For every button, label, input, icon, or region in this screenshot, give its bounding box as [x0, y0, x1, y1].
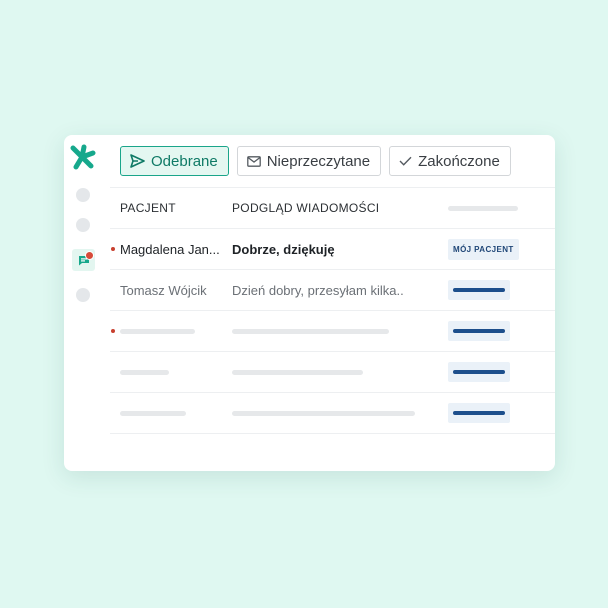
- placeholder-bar: [232, 328, 389, 334]
- message-preview: Dobrze, dziękuję: [232, 241, 335, 257]
- tab-completed-label: Zakończone: [418, 152, 500, 170]
- tab-unread-label: Nieprzeczytane: [266, 152, 371, 170]
- tag-cell: [448, 352, 548, 392]
- tag-placeholder: [448, 280, 510, 300]
- placeholder-bar: [232, 410, 415, 416]
- patient-placeholder: [120, 393, 222, 433]
- patient-placeholder: [120, 352, 222, 392]
- placeholder-bar: [120, 410, 186, 416]
- table-row[interactable]: Tomasz Wójcik Dzień dobry, przesyłam kil…: [110, 269, 555, 310]
- unread-dot: [111, 247, 115, 251]
- column-header-preview: PODGLĄD WIADOMOŚCI: [232, 201, 380, 215]
- placeholder-bar: [448, 205, 518, 211]
- table-header: PACJENT PODGLĄD WIADOMOŚCI: [110, 187, 555, 228]
- tag-cell: MÓJ PACJENT: [448, 229, 548, 269]
- tab-received-label: Odebrane: [151, 152, 218, 170]
- preview-placeholder: [232, 352, 432, 392]
- table-row[interactable]: [110, 351, 555, 392]
- placeholder-bar: [232, 369, 363, 375]
- unread-dot: [111, 329, 115, 333]
- envelope-icon: [246, 155, 261, 167]
- column-header-tag: [448, 188, 548, 228]
- table-row[interactable]: [110, 392, 555, 434]
- patient-name: Tomasz Wójcik: [120, 282, 207, 298]
- patient-name: Magdalena Jan...: [120, 241, 220, 257]
- tag-cell: [448, 311, 548, 351]
- checkmark-icon: [399, 156, 412, 166]
- placeholder-bar: [120, 328, 195, 334]
- tab-bar: Odebrane Nieprzeczytane Zakończone: [120, 146, 511, 176]
- tag-placeholder: [448, 321, 510, 341]
- nav-placeholder-icon[interactable]: [76, 288, 90, 302]
- sidebar-item-messages[interactable]: [72, 249, 95, 271]
- tag-cell: [448, 393, 548, 433]
- tab-completed[interactable]: Zakończone: [389, 146, 511, 176]
- table-row[interactable]: [110, 310, 555, 351]
- my-patient-badge: MÓJ PACJENT: [448, 238, 519, 260]
- column-header-patient: PACJENT: [120, 201, 176, 215]
- tag-cell: [448, 270, 548, 310]
- tag-placeholder: [448, 403, 510, 423]
- nav-placeholder-icon[interactable]: [76, 188, 90, 202]
- tag-placeholder: [448, 362, 510, 382]
- messages-window: Odebrane Nieprzeczytane Zakończone PACJE…: [64, 135, 555, 471]
- preview-placeholder: [232, 311, 432, 351]
- messages-table: PACJENT PODGLĄD WIADOMOŚCI Magdalena Jan…: [110, 187, 555, 434]
- notification-badge: [85, 251, 94, 260]
- patient-placeholder: [120, 311, 222, 351]
- placeholder-bar: [120, 369, 169, 375]
- tab-received[interactable]: Odebrane: [120, 146, 229, 176]
- nav-placeholder-icon[interactable]: [76, 218, 90, 232]
- sidebar: [64, 135, 102, 471]
- tab-unread[interactable]: Nieprzeczytane: [236, 146, 382, 176]
- send-icon: [130, 154, 145, 168]
- table-row[interactable]: Magdalena Jan... Dobrze, dziękuję MÓJ PA…: [110, 228, 555, 269]
- docplanner-logo-icon[interactable]: [70, 144, 96, 170]
- message-preview: Dzień dobry, przesyłam kilka..: [232, 282, 404, 298]
- preview-placeholder: [232, 393, 432, 433]
